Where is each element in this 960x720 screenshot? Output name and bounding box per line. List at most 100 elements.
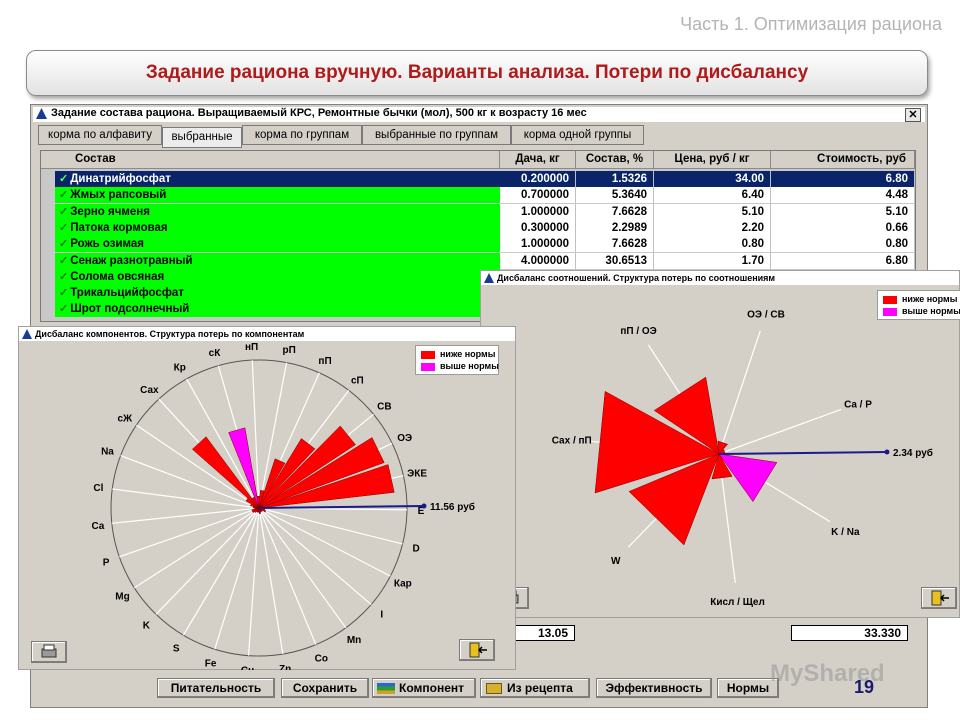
slide-title-banner: Задание рациона вручную. Варианты анализ… [26, 50, 928, 96]
loss-value-label: 2.34 руб [893, 447, 933, 459]
cell-price[interactable]: 0.80 [654, 236, 771, 253]
close-button[interactable]: ✕ [905, 108, 921, 122]
axis-label: ОЭ / СВ [747, 310, 785, 321]
column-header-sostav[interactable]: Состав [41, 151, 500, 169]
feed-name-cell[interactable]: ✓ Динатрийфосфат [55, 171, 500, 187]
app-icon [22, 329, 32, 339]
cell-price[interactable]: 2.20 [654, 219, 771, 236]
column-header-sostav-percent[interactable]: Состав, % [576, 151, 654, 169]
exit-button[interactable] [459, 639, 495, 661]
tab-selected-by-group[interactable]: выбранные по группам [362, 125, 511, 145]
component-icon [377, 683, 395, 694]
cell-dacha[interactable]: 4.000000 [500, 252, 576, 269]
axis-label: Кр [174, 363, 186, 374]
legend-label-above: выше нормы [902, 306, 960, 316]
radar-spoke [112, 488, 260, 509]
loss-value-marker [884, 449, 890, 455]
table-row[interactable]: ✓ Зерно ячменя 1.000000 7.6628 5.10 5.10 [41, 203, 915, 220]
components-window-title: Дисбаланс компонентов. Структура потерь … [35, 329, 305, 339]
cell-cost[interactable]: 6.80 [771, 171, 915, 187]
column-header-cost[interactable]: Стоимость, руб [771, 151, 915, 169]
cell-sostav[interactable]: 7.6628 [576, 203, 654, 220]
table-row[interactable]: ✓ Жмых рапсовый 0.700000 5.3640 6.40 4.48 [41, 187, 915, 204]
legend-label-above: выше нормы [440, 361, 499, 371]
cell-price[interactable]: 1.70 [654, 252, 771, 269]
cell-sostav[interactable]: 30.6513 [576, 252, 654, 269]
axis-label: Ca [91, 521, 104, 532]
axis-label: D [413, 543, 420, 554]
axis-label: сК [209, 348, 222, 359]
cell-dacha[interactable]: 1.000000 [500, 203, 576, 220]
components-imbalance-window: Дисбаланс компонентов. Структура потерь … [18, 326, 516, 670]
feed-name-cell[interactable]: ✓ Патока кормовая [55, 219, 500, 236]
cell-sostav[interactable]: 2.2989 [576, 219, 654, 236]
table-row[interactable]: ✓ Динатрийфосфат 0.200000 1.5326 34.00 6.80 [41, 171, 915, 187]
axis-label: сП [351, 375, 364, 386]
cell-dacha[interactable]: 0.700000 [500, 187, 576, 204]
axis-label: I [380, 610, 383, 621]
cell-sostav[interactable]: 7.6628 [576, 236, 654, 253]
exit-button[interactable] [921, 587, 957, 609]
nutrition-button[interactable]: Питательность [157, 678, 275, 698]
cell-sostav[interactable]: 1.5326 [576, 171, 654, 187]
save-button[interactable]: Сохранить [281, 678, 369, 698]
print-button[interactable] [31, 641, 67, 663]
cell-sostav[interactable]: 5.3640 [576, 187, 654, 204]
axis-label: нП [245, 342, 258, 353]
axis-label: Zn [279, 664, 291, 670]
cell-cost[interactable]: 5.10 [771, 203, 915, 220]
loss-value-marker [421, 503, 427, 509]
tab-selected[interactable]: выбранные [162, 127, 242, 148]
slide-title: Задание рациона вручную. Варианты анализ… [145, 62, 809, 83]
component-button[interactable]: Компонент [372, 678, 476, 698]
check-icon: ✓ [59, 238, 69, 251]
ratios-window-titlebar: Дисбаланс соотношений. Структура потерь … [481, 271, 959, 285]
axis-label: Co [315, 654, 328, 665]
feed-name-cell[interactable]: ✓ Трикальцийфосфат [55, 285, 500, 302]
tab-feeds-alphabetical[interactable]: корма по алфавиту [38, 125, 162, 145]
components-legend: ниже нормы выше нормы [415, 345, 499, 375]
feed-name-cell[interactable]: ✓ Шрот подсолнечный [55, 301, 500, 318]
column-header-dacha[interactable]: Дача, кг [500, 151, 576, 169]
tab-feeds-single-group[interactable]: корма одной группы [511, 125, 644, 145]
cell-price[interactable]: 5.10 [654, 203, 771, 220]
axis-label: Кар [394, 579, 412, 590]
cell-cost[interactable]: 6.80 [771, 252, 915, 269]
above-norm-sector [228, 427, 260, 509]
table-row[interactable]: ✓ Патока кормовая 0.300000 2.2989 2.20 0.66 [41, 219, 915, 236]
legend-label-below: ниже нормы [902, 294, 958, 304]
cell-dacha[interactable]: 1.000000 [500, 236, 576, 253]
cell-dacha[interactable]: 0.200000 [500, 171, 576, 187]
cell-cost[interactable]: 4.48 [771, 187, 915, 204]
radar-spoke [258, 507, 317, 645]
axis-label: P [103, 557, 110, 568]
components-radar-chart: ЭКЕ ОЭ СВ сП пП рП нП сК Кр Сах сЖ Na Cl Ca P Mg K S Fe Cu Z… [91, 342, 474, 670]
cell-price[interactable]: 34.00 [654, 171, 771, 187]
feed-name-cell[interactable]: ✓ Солома овсяная [55, 268, 500, 285]
feed-name-cell[interactable]: ✓ Жмых рапсовый [55, 187, 500, 204]
table-row[interactable]: ✓ Сенаж разнотравный 4.000000 30.6513 1.70 6.… [41, 252, 915, 269]
axis-label: K [143, 620, 151, 631]
dacha-total: 13.05 [512, 625, 575, 641]
column-header-price[interactable]: Цена, руб / кг [654, 151, 771, 169]
radar-spoke [214, 507, 260, 650]
radar-spoke [258, 507, 391, 577]
check-icon: ✓ [59, 189, 69, 202]
feed-name: Шрот подсолнечный [70, 303, 190, 316]
efficiency-button[interactable]: Эффективность [596, 678, 712, 698]
check-icon: ✓ [59, 221, 69, 234]
axis-label: Mn [347, 635, 361, 646]
cell-dacha[interactable]: 0.300000 [500, 219, 576, 236]
feed-name-cell[interactable]: ✓ Зерно ячменя [55, 203, 500, 220]
feed-name-cell[interactable]: ✓ Сенаж разнотравный [55, 252, 500, 269]
cell-cost[interactable]: 0.66 [771, 219, 915, 236]
from-recipe-button[interactable]: Из рецепта [480, 678, 590, 698]
printer-icon [41, 644, 57, 658]
feed-name: Сенаж разнотравный [70, 254, 193, 267]
cell-cost[interactable]: 0.80 [771, 236, 915, 253]
cell-price[interactable]: 6.40 [654, 187, 771, 204]
feed-name-cell[interactable]: ✓ Рожь озимая [55, 236, 500, 253]
axis-label: СВ [377, 401, 391, 412]
table-row[interactable]: ✓ Рожь озимая 1.000000 7.6628 0.80 0.80 [41, 236, 915, 253]
tab-feeds-by-group[interactable]: корма по группам [242, 125, 362, 145]
